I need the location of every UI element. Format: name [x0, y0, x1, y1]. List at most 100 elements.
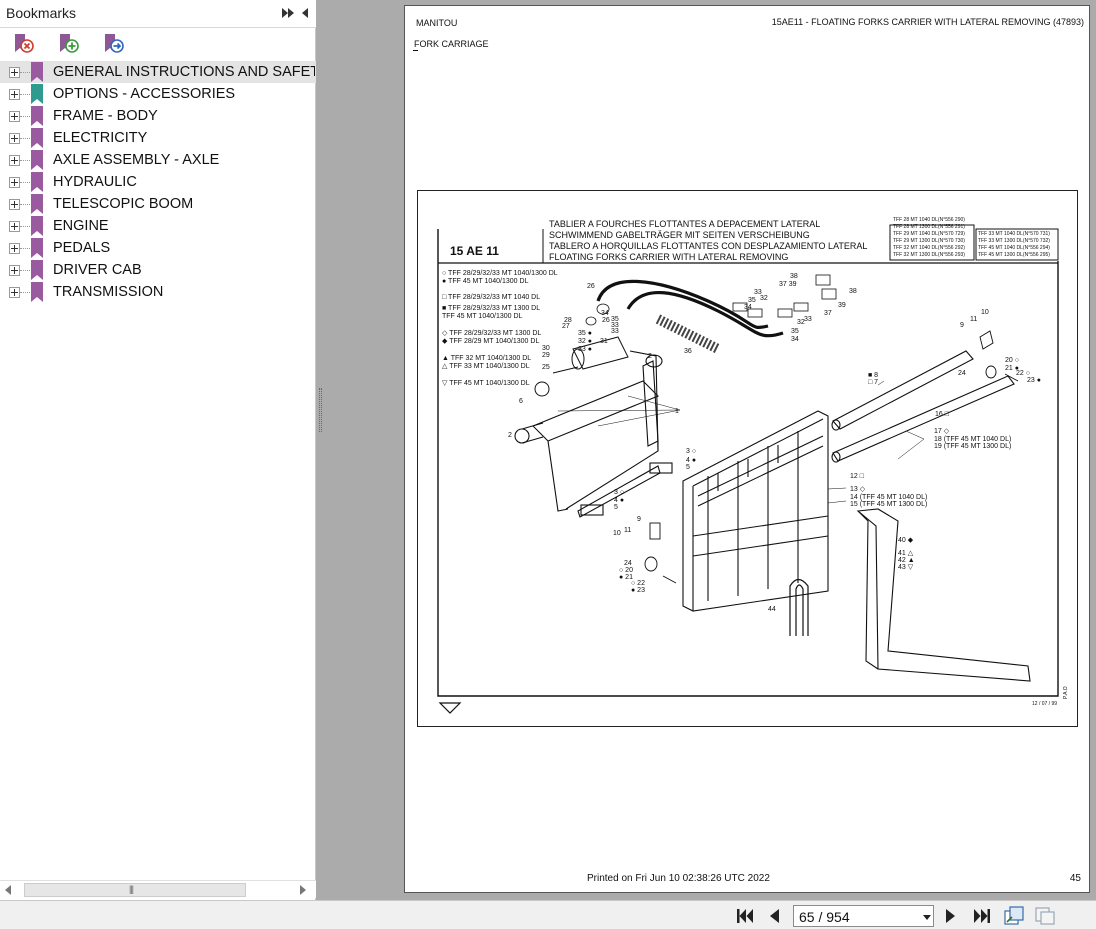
- bookmark-telescopic-boom[interactable]: TELESCOPIC BOOM: [0, 193, 316, 215]
- next-page-icon[interactable]: [945, 908, 957, 924]
- horizontal-scrollbar[interactable]: |||: [0, 880, 316, 898]
- svg-text:25: 25: [542, 364, 550, 371]
- expand-icon[interactable]: [9, 199, 20, 210]
- expand-panel-icon[interactable]: [281, 6, 295, 20]
- callout-15: 15 (TFF 45 MT 1300 DL): [850, 501, 927, 508]
- serial-left-4: TFF 32 MT 1040 DL(N°556 292): [893, 245, 965, 251]
- svg-text:9: 9: [637, 516, 641, 523]
- svg-text:12 □: 12 □: [850, 473, 865, 480]
- diagram-title-en: FLOATING FORKS CARRIER WITH LATERAL REMO…: [549, 252, 788, 262]
- svg-text:10: 10: [613, 530, 621, 537]
- svg-text:4 ●: 4 ●: [614, 497, 624, 504]
- svg-text:27: 27: [562, 323, 570, 330]
- svg-text:4 ●: 4 ●: [686, 457, 696, 464]
- svg-text:33: 33: [804, 316, 812, 323]
- svg-text:2: 2: [648, 353, 652, 360]
- serial-right-1: TFF 33 MT 1300 DL(N°570 732): [978, 238, 1050, 244]
- svg-text:35 ●: 35 ●: [578, 330, 592, 337]
- bookmark-icon: [31, 62, 43, 82]
- expand-icon[interactable]: [9, 221, 20, 232]
- bookmark-icon: [31, 238, 43, 258]
- scroll-right-icon[interactable]: [300, 885, 306, 895]
- bookmark-electricity[interactable]: ELECTRICITY: [0, 127, 316, 149]
- expand-icon[interactable]: [9, 67, 20, 78]
- svg-text:6: 6: [519, 398, 523, 405]
- svg-text:24: 24: [624, 560, 632, 567]
- svg-text:11: 11: [970, 316, 977, 323]
- bookmarks-tree: GENERAL INSTRUCTIONS AND SAFETY OPTIONS …: [0, 61, 316, 303]
- fit-page-icon[interactable]: [1003, 905, 1025, 926]
- expand-icon[interactable]: [9, 243, 20, 254]
- bookmark-icon: [31, 216, 43, 236]
- previous-page-icon[interactable]: [768, 908, 780, 924]
- legend-line-8: △ TFF 33 MT 1040/1300 DL: [442, 363, 530, 370]
- goto-bookmark-icon[interactable]: [101, 32, 125, 56]
- svg-text:13 ◇: 13 ◇: [850, 486, 866, 493]
- bookmark-options-accessories[interactable]: OPTIONS - ACCESSORIES: [0, 83, 316, 105]
- bookmark-hydraulic[interactable]: HYDRAULIC: [0, 171, 316, 193]
- svg-text:5: 5: [686, 464, 690, 471]
- bookmark-driver-cab[interactable]: DRIVER CAB: [0, 259, 316, 281]
- expand-icon[interactable]: [9, 155, 20, 166]
- scroll-left-icon[interactable]: [5, 885, 11, 895]
- bookmark-transmission[interactable]: TRANSMISSION: [0, 281, 316, 303]
- bookmark-pedals[interactable]: PEDALS: [0, 237, 316, 259]
- expand-icon[interactable]: [9, 111, 20, 122]
- expand-icon[interactable]: [9, 133, 20, 144]
- printed-footer: Printed on Fri Jun 10 02:38:26 UTC 2022: [587, 873, 770, 884]
- bookmarks-title: Bookmarks: [6, 5, 77, 21]
- bookmark-icon: [31, 194, 43, 214]
- svg-text:33: 33: [611, 328, 619, 335]
- svg-text:10: 10: [981, 309, 989, 316]
- diagram-title-es: TABLERO A HORQUILLAS FLOTTANTES CON DESP…: [549, 241, 867, 251]
- bookmark-icon: [31, 106, 43, 126]
- svg-text:39: 39: [838, 302, 846, 309]
- collapse-panel-icon[interactable]: [300, 6, 310, 20]
- svg-text:34: 34: [744, 304, 752, 311]
- svg-text:3 ○: 3 ○: [614, 489, 624, 496]
- bookmark-icon: [31, 150, 43, 170]
- scrollbar-thumb[interactable]: |||: [24, 883, 246, 897]
- bookmark-engine[interactable]: ENGINE: [0, 215, 316, 237]
- svg-text:26: 26: [587, 283, 595, 290]
- bookmark-general-instructions[interactable]: GENERAL INSTRUCTIONS AND SAFETY: [0, 61, 316, 83]
- expand-icon[interactable]: [9, 89, 20, 100]
- svg-text:37: 37: [824, 310, 832, 317]
- svg-text:20 ○: 20 ○: [1005, 357, 1019, 364]
- expand-icon[interactable]: [9, 287, 20, 298]
- bookmark-icon: [31, 172, 43, 192]
- svg-text:31: 31: [600, 338, 608, 345]
- diagram-title-fr: TABLIER A FOURCHES FLOTTANTES A DEPACEME…: [549, 219, 820, 229]
- document-viewer[interactable]: MANITOU 15AE11 - FLOATING FORKS CARRIER …: [324, 0, 1096, 900]
- svg-text:34: 34: [601, 310, 609, 317]
- parts-diagram: 15 AE 11 TABLIER A FOURCHES FLOTTANTES A…: [417, 190, 1078, 727]
- expand-icon[interactable]: [9, 265, 20, 276]
- bookmark-axle-assembly[interactable]: AXLE ASSEMBLY - AXLE: [0, 149, 316, 171]
- bookmark-icon: [31, 260, 43, 280]
- svg-text:32 ●: 32 ●: [578, 338, 592, 345]
- bookmark-icon: [31, 84, 43, 104]
- svg-text:○ 22: ○ 22: [631, 580, 645, 587]
- panel-splitter[interactable]: [317, 0, 324, 900]
- page-number-field[interactable]: 65 / 954: [793, 905, 934, 927]
- page-number: 45: [1069, 873, 1081, 884]
- bookmark-frame-body[interactable]: FRAME - BODY: [0, 105, 316, 127]
- first-page-icon[interactable]: [736, 908, 754, 924]
- add-bookmark-icon[interactable]: [56, 32, 80, 56]
- delete-bookmark-icon[interactable]: [11, 32, 35, 56]
- serial-right-3: TFF 45 MT 1300 DL(N°556 295): [978, 252, 1050, 258]
- two-page-icon[interactable]: [1034, 905, 1056, 926]
- page-subheading: FORK CARRIAGE: [414, 39, 489, 49]
- svg-text:26: 26: [602, 317, 610, 324]
- svg-text:35: 35: [791, 328, 799, 335]
- down-arrow-icon: [438, 702, 462, 714]
- last-page-icon[interactable]: [973, 908, 991, 924]
- splitter-grip[interactable]: [319, 388, 322, 432]
- expand-icon[interactable]: [9, 177, 20, 188]
- svg-text:41 △: 41 △: [898, 550, 914, 557]
- svg-text:30: 30: [542, 345, 550, 352]
- callout-18: 18 (TFF 45 MT 1040 DL): [934, 436, 1011, 443]
- document-page: MANITOU 15AE11 - FLOATING FORKS CARRIER …: [404, 5, 1090, 893]
- svg-text:35: 35: [748, 297, 756, 304]
- chevron-down-icon[interactable]: [923, 915, 931, 920]
